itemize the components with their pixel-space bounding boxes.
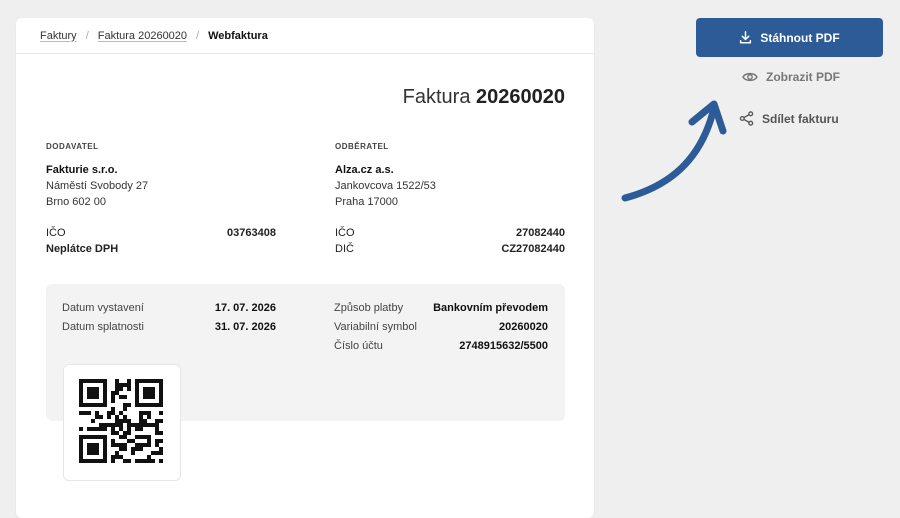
supplier-ico-row: IČO 03763408 bbox=[46, 225, 276, 241]
payment-column: Způsob platby Bankovním převodem Variabi… bbox=[334, 299, 548, 356]
invoice-card: Faktury / Faktura 20260020 / Webfaktura … bbox=[16, 18, 594, 518]
view-pdf-label: Zobrazit PDF bbox=[766, 70, 840, 84]
issued-value: 17. 07. 2026 bbox=[214, 302, 276, 314]
invoice-title: Faktura 20260020 bbox=[403, 86, 565, 109]
dates-column: Datum vystavení 17. 07. 2026 Datum splat… bbox=[62, 299, 276, 337]
account-row: Číslo účtu 2748915632/5500 bbox=[334, 337, 548, 356]
supplier-block: DODAVATEL Fakturie s.r.o. Náměstí Svobod… bbox=[46, 139, 276, 257]
supplier-street: Náměstí Svobody 27 bbox=[46, 180, 149, 192]
supplier-ico-value: 03763408 bbox=[227, 227, 276, 239]
breadcrumb-separator: / bbox=[85, 29, 89, 42]
supplier-ico-label: IČO bbox=[46, 227, 66, 239]
customer-ico-row: IČO 27082440 bbox=[335, 225, 565, 241]
due-label: Datum splatnosti bbox=[62, 321, 144, 333]
customer-block: ODBĚRATEL Alza.cz a.s. Jankovcova 1522/5… bbox=[335, 139, 565, 257]
issued-label: Datum vystavení bbox=[62, 302, 144, 314]
payment-method-row: Způsob platby Bankovním převodem bbox=[334, 299, 548, 318]
variable-symbol-value: 20260020 bbox=[499, 321, 548, 333]
customer-city: Praha 17000 bbox=[335, 196, 398, 208]
breadcrumb-separator: / bbox=[196, 29, 200, 42]
pointer-arrow-icon bbox=[621, 100, 727, 202]
customer-dic-label: DIČ bbox=[335, 243, 354, 255]
share-icon bbox=[739, 111, 754, 126]
customer-dic-row: DIČ CZ27082440 bbox=[335, 241, 565, 257]
supplier-name: Fakturie s.r.o. bbox=[46, 164, 118, 176]
eye-icon bbox=[742, 72, 758, 82]
supplier-role: DODAVATEL bbox=[46, 142, 99, 151]
payment-method-value: Bankovním převodem bbox=[433, 302, 548, 314]
payment-method-label: Způsob platby bbox=[334, 302, 404, 314]
due-row: Datum splatnosti 31. 07. 2026 bbox=[62, 318, 276, 337]
breadcrumb-invoice[interactable]: Faktura 20260020 bbox=[98, 30, 187, 42]
download-pdf-button[interactable]: Stáhnout PDF bbox=[696, 18, 883, 57]
breadcrumb-current: Webfaktura bbox=[208, 29, 268, 42]
download-icon bbox=[740, 31, 752, 44]
qr-code-icon bbox=[79, 379, 163, 463]
customer-dic-value: CZ27082440 bbox=[501, 243, 565, 255]
download-pdf-label: Stáhnout PDF bbox=[760, 30, 840, 45]
customer-street: Jankovcova 1522/53 bbox=[335, 180, 436, 192]
breadcrumb-faktury[interactable]: Faktury bbox=[40, 30, 77, 42]
account-label: Číslo účtu bbox=[334, 340, 383, 352]
qr-payment-code bbox=[63, 364, 181, 481]
invoice-number: 20260020 bbox=[476, 86, 565, 108]
customer-ico-label: IČO bbox=[335, 227, 355, 239]
share-invoice-button[interactable]: Sdílet fakturu bbox=[739, 111, 839, 126]
variable-symbol-label: Variabilní symbol bbox=[334, 321, 417, 333]
customer-role: ODBĚRATEL bbox=[335, 142, 389, 151]
view-pdf-button[interactable]: Zobrazit PDF bbox=[742, 70, 840, 84]
share-invoice-label: Sdílet fakturu bbox=[762, 111, 839, 126]
supplier-vat-row: Neplátce DPH bbox=[46, 241, 276, 257]
variable-symbol-row: Variabilní symbol 20260020 bbox=[334, 318, 548, 337]
customer-ico-value: 27082440 bbox=[516, 227, 565, 239]
issued-row: Datum vystavení 17. 07. 2026 bbox=[62, 299, 276, 318]
breadcrumb: Faktury / Faktura 20260020 / Webfaktura bbox=[16, 18, 594, 54]
due-value: 31. 07. 2026 bbox=[214, 321, 276, 333]
supplier-city: Brno 602 00 bbox=[46, 196, 106, 208]
customer-name: Alza.cz a.s. bbox=[335, 164, 394, 176]
invoice-title-prefix: Faktura bbox=[402, 86, 471, 108]
account-value: 2748915632/5500 bbox=[459, 340, 548, 352]
supplier-vat-status: Neplátce DPH bbox=[46, 243, 119, 255]
